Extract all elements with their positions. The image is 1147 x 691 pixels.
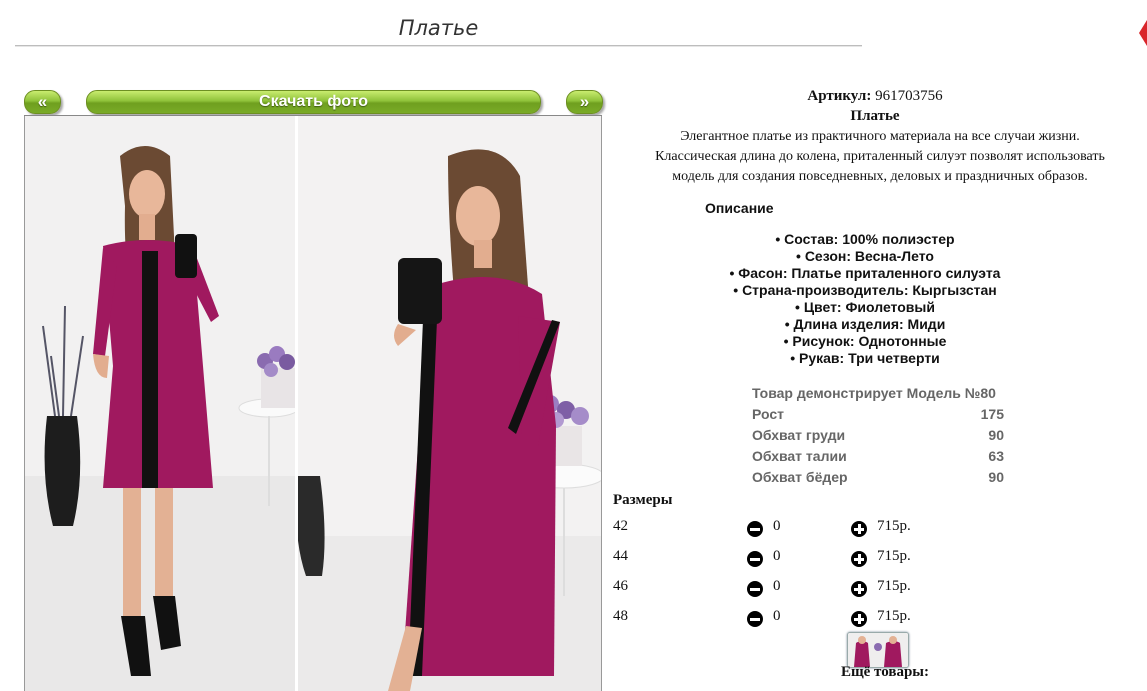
- download-photo-button[interactable]: Скачать фото: [86, 90, 541, 114]
- plus-icon[interactable]: [851, 551, 867, 567]
- prev-photo-button[interactable]: «: [24, 90, 61, 114]
- size-quantity: 0: [773, 578, 781, 594]
- model-row: Обхват груди 90: [752, 425, 1004, 446]
- spec-item: • Цвет: Фиолетовый: [795, 299, 935, 315]
- model-row: Обхват талии 63: [752, 446, 1004, 467]
- model-side-illustration: [298, 116, 601, 691]
- model-row: Рост 175: [752, 404, 1004, 425]
- product-photo-side[interactable]: [298, 116, 602, 691]
- spec-item: • Фасон: Платье приталенного силуэта: [729, 265, 1001, 281]
- article-value: 961703756: [875, 88, 943, 104]
- plus-icon[interactable]: [851, 611, 867, 627]
- model-label: Обхват талии: [752, 448, 847, 464]
- minus-icon[interactable]: [747, 551, 763, 567]
- size-price: 715р.: [877, 578, 911, 594]
- minus-icon[interactable]: [747, 581, 763, 597]
- product-thumbnail[interactable]: [847, 632, 909, 668]
- next-photo-button[interactable]: »: [566, 90, 603, 114]
- thumbnail-image: [848, 633, 908, 667]
- article-line: Артикул: 961703756: [605, 88, 1145, 105]
- model-row: Товар демонстрирует Модель №80: [752, 383, 1004, 404]
- size-label: 46: [613, 578, 628, 594]
- sizes-heading: Размеры: [613, 492, 673, 508]
- model-row: Обхват бёдер 90: [752, 467, 1004, 488]
- model-measurements: Товар демонстрирует Модель №80 Рост 175 О…: [752, 383, 1004, 488]
- size-quantity: 0: [773, 608, 781, 624]
- model-label: Обхват бёдер: [752, 469, 848, 485]
- model-label: Обхват груди: [752, 427, 846, 443]
- size-row-44: 44 0 715р.: [613, 548, 933, 570]
- product-description: Элегантное платье из практичного материа…: [615, 127, 1145, 187]
- spec-item: • Рукав: Три четверти: [790, 350, 940, 366]
- description-line: Элегантное платье из практичного материа…: [680, 129, 1080, 144]
- spec-item: • Длина изделия: Миди: [784, 316, 946, 332]
- spec-item: • Состав: 100% полиэстер: [775, 231, 955, 247]
- spec-item: • Сезон: Весна-Лето: [796, 248, 934, 264]
- size-label: 48: [613, 608, 628, 624]
- page-title: Платье: [398, 16, 479, 40]
- description-line: Классическая длина до колена, приталенны…: [655, 149, 1105, 164]
- model-value: 63: [988, 448, 1004, 464]
- size-price: 715р.: [877, 548, 911, 564]
- product-name: Платье: [850, 108, 900, 124]
- model-label: Товар демонстрирует Модель №80: [752, 385, 996, 401]
- size-price: 715р.: [877, 518, 911, 534]
- spec-heading: Описание: [705, 200, 774, 216]
- size-quantity: 0: [773, 518, 781, 534]
- minus-icon[interactable]: [747, 521, 763, 537]
- plus-icon[interactable]: [851, 581, 867, 597]
- model-label: Рост: [752, 406, 784, 422]
- size-label: 44: [613, 548, 628, 564]
- product-photo-front[interactable]: [24, 116, 296, 691]
- size-price: 715р.: [877, 608, 911, 624]
- spec-list: • Состав: 100% полиэстер • Сезон: Весна-…: [665, 231, 1065, 367]
- spec-item: • Страна-производитель: Кыргызстан: [733, 282, 997, 298]
- spec-item: • Рисунок: Однотонные: [783, 333, 947, 349]
- size-row-48: 48 0 715р.: [613, 608, 933, 630]
- article-label: Артикул:: [807, 88, 872, 104]
- more-products-heading: Ещё товары:: [840, 664, 930, 680]
- title-divider: [15, 45, 862, 47]
- model-value: 175: [980, 406, 1004, 422]
- size-row-42: 42 0 715р.: [613, 518, 933, 540]
- model-front-illustration: [25, 116, 296, 691]
- size-quantity: 0: [773, 548, 781, 564]
- model-value: 90: [988, 469, 1004, 485]
- minus-icon[interactable]: [747, 611, 763, 627]
- plus-icon[interactable]: [851, 521, 867, 537]
- model-value: 90: [988, 427, 1004, 443]
- size-label: 42: [613, 518, 628, 534]
- description-line: модель для создания повседневных, деловы…: [672, 169, 1088, 184]
- corner-arrow-icon[interactable]: [1139, 20, 1147, 46]
- size-row-46: 46 0 715р.: [613, 578, 933, 600]
